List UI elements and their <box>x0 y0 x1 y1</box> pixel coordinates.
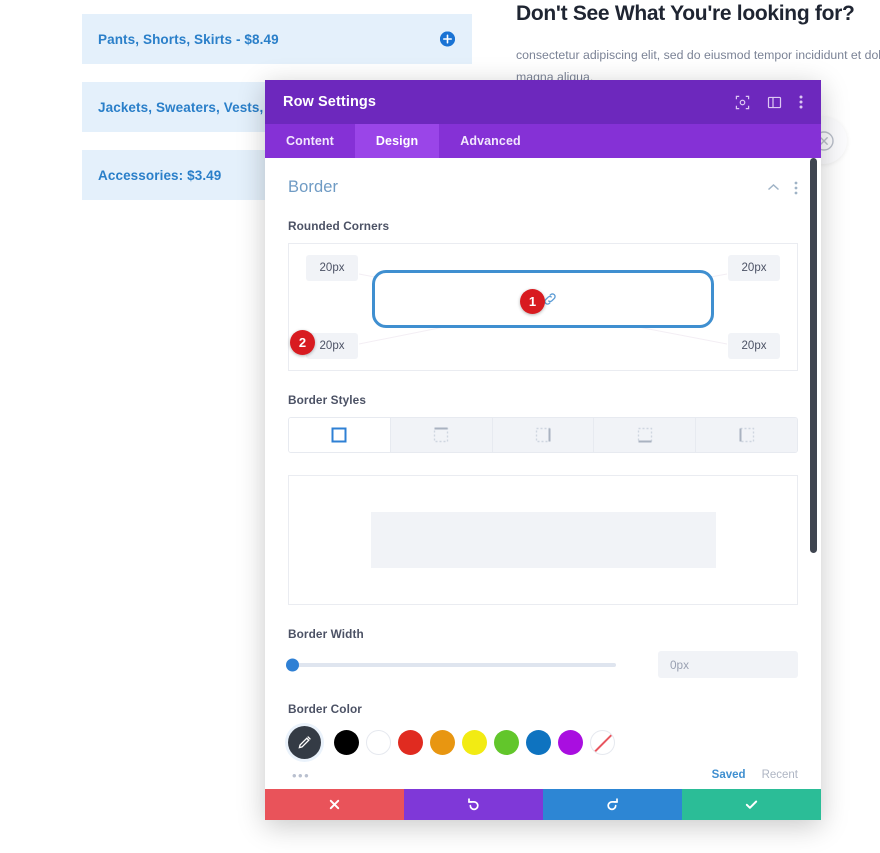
ellipsis-icon[interactable]: ••• <box>292 768 696 783</box>
slider-handle[interactable] <box>286 658 299 671</box>
color-swatch-blue[interactable] <box>526 730 551 755</box>
border-styles-group <box>288 417 798 453</box>
border-preview-panel <box>288 475 798 605</box>
screen: Pants, Shorts, Skirts - $8.49 Jackets, S… <box>0 0 880 853</box>
promo-text-block: Don't See What You're looking for? conse… <box>516 0 880 88</box>
border-style-left-side[interactable] <box>696 418 797 452</box>
list-item-label: Pants, Shorts, Skirts - $8.49 <box>98 31 279 47</box>
color-swatch-red[interactable] <box>398 730 423 755</box>
color-swatch-white[interactable] <box>366 730 391 755</box>
border-style-top-side[interactable] <box>390 418 493 452</box>
color-swatch-row <box>288 726 798 759</box>
rounded-corners-control: 20px 20px 20px 20px 1 2 <box>288 243 798 371</box>
tab-design[interactable]: Design <box>354 124 440 158</box>
corner-input-top-left[interactable]: 20px <box>306 255 358 281</box>
color-swatch-yellow[interactable] <box>462 730 487 755</box>
plus-circle-icon[interactable] <box>440 31 455 47</box>
list-item[interactable]: Pants, Shorts, Skirts - $8.49 <box>82 14 472 64</box>
tab-advanced[interactable]: Advanced <box>439 124 542 158</box>
modal-tabs: Content Design Advanced <box>265 124 821 158</box>
save-button[interactable] <box>682 789 821 820</box>
vertical-dots-icon[interactable] <box>799 94 803 110</box>
border-section-header: Border <box>288 178 798 197</box>
section-title: Border <box>288 178 339 196</box>
modal-header-icons <box>735 94 803 110</box>
border-width-row: 0px <box>286 651 798 678</box>
color-swatch-green[interactable] <box>494 730 519 755</box>
border-width-input[interactable]: 0px <box>658 651 798 678</box>
undo-button[interactable] <box>404 789 543 820</box>
modal-action-bar <box>265 789 821 820</box>
rounded-corners-label: Rounded Corners <box>288 219 390 233</box>
border-color-label: Border Color <box>288 702 362 716</box>
border-width-label: Border Width <box>288 627 364 641</box>
color-swatch-orange[interactable] <box>430 730 455 755</box>
page-title: Don't See What You're looking for? <box>516 2 855 25</box>
border-style-all-sides[interactable] <box>289 418 391 452</box>
color-swatch-black[interactable] <box>334 730 359 755</box>
list-item-label: Accessories: $3.49 <box>98 167 222 183</box>
border-width-slider[interactable] <box>286 658 616 671</box>
modal-body: Border Rounded Corners 20px 20px 20px 20… <box>265 158 821 789</box>
color-swatch-transparent[interactable] <box>590 730 615 755</box>
modal-title: Row Settings <box>283 94 377 110</box>
modal-header: Row Settings <box>265 80 821 124</box>
color-swatch-purple[interactable] <box>558 730 583 755</box>
border-style-right-side[interactable] <box>492 418 595 452</box>
annotation-badge-2: 2 <box>290 330 315 355</box>
redo-button[interactable] <box>543 789 682 820</box>
section-menu-icon[interactable] <box>794 181 798 195</box>
corner-input-top-right[interactable]: 20px <box>728 255 780 281</box>
chevron-up-icon[interactable] <box>767 183 780 192</box>
row-settings-modal: Row Settings Content Design Advanced Bor… <box>265 80 821 820</box>
border-preview-shape <box>370 512 716 568</box>
eyedropper-icon[interactable] <box>288 726 321 759</box>
palette-footer: ••• Saved Recent <box>288 766 798 784</box>
palette-tab-recent[interactable]: Recent <box>762 769 798 781</box>
vertical-scrollbar[interactable] <box>810 158 817 553</box>
layout-columns-icon[interactable] <box>767 95 782 110</box>
palette-tab-saved[interactable]: Saved <box>712 769 746 781</box>
settings-scroll-area: Border Rounded Corners 20px 20px 20px 20… <box>265 158 821 789</box>
border-style-bottom-side[interactable] <box>594 418 697 452</box>
annotation-badge-1: 1 <box>520 289 545 314</box>
cancel-button[interactable] <box>265 789 404 820</box>
border-styles-label: Border Styles <box>288 393 367 407</box>
tab-content[interactable]: Content <box>265 124 355 158</box>
corner-input-bottom-right[interactable]: 20px <box>728 333 780 359</box>
target-focus-icon[interactable] <box>735 95 750 110</box>
